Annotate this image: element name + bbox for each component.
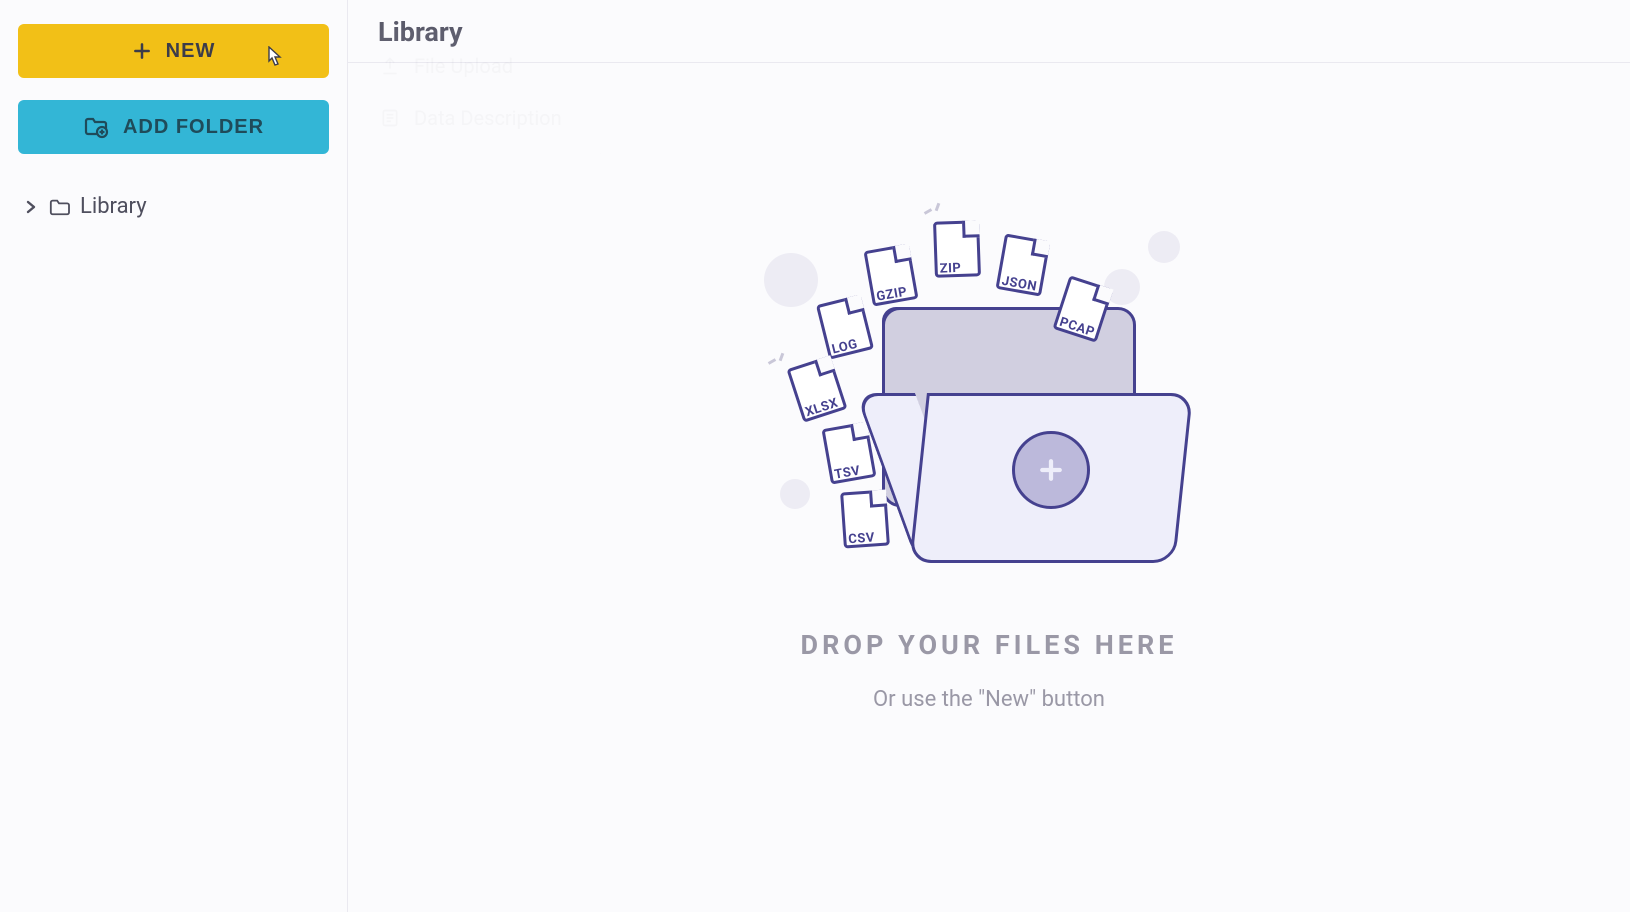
dropzone-subtitle: Or use the "New" button: [873, 687, 1105, 712]
page-title: Library: [378, 16, 1600, 48]
folder-tree: Library: [18, 176, 329, 219]
tree-item-label: Library: [80, 194, 147, 219]
add-circle-icon: [1012, 431, 1090, 509]
file-type-label: LOG: [830, 337, 859, 358]
dropzone-illustration: GZIP ZIP JSON PCAP LOG XLSX TSV CSV: [774, 203, 1204, 603]
folder-add-icon: [83, 115, 109, 139]
folder-icon: [48, 197, 70, 217]
add-folder-button[interactable]: ADD FOLDER: [18, 100, 329, 154]
file-type-label: XLSX: [804, 396, 841, 421]
pointer-cursor-icon: [267, 46, 284, 68]
file-type-label: ZIP: [939, 261, 961, 277]
dropzone-title: DROP YOUR FILES HERE: [801, 629, 1178, 661]
tree-item-library[interactable]: Library: [24, 194, 323, 219]
add-folder-button-label: ADD FOLDER: [123, 116, 264, 139]
sidebar: NEW ADD FOLDER Library: [0, 0, 348, 912]
file-type-label: JSON: [1001, 274, 1038, 295]
new-button-label: NEW: [166, 40, 216, 63]
main-panel: Library GZIP ZIP JSON PCAP LOG XLSX TSV …: [348, 0, 1630, 912]
file-type-label: GZIP: [875, 285, 908, 305]
chevron-right-icon: [24, 200, 38, 214]
file-type-label: TSV: [833, 463, 861, 482]
dropzone[interactable]: GZIP ZIP JSON PCAP LOG XLSX TSV CSV DROP…: [348, 63, 1630, 912]
main-header: Library: [348, 0, 1630, 63]
plus-icon: [132, 41, 152, 61]
file-type-label: CSV: [848, 530, 875, 547]
